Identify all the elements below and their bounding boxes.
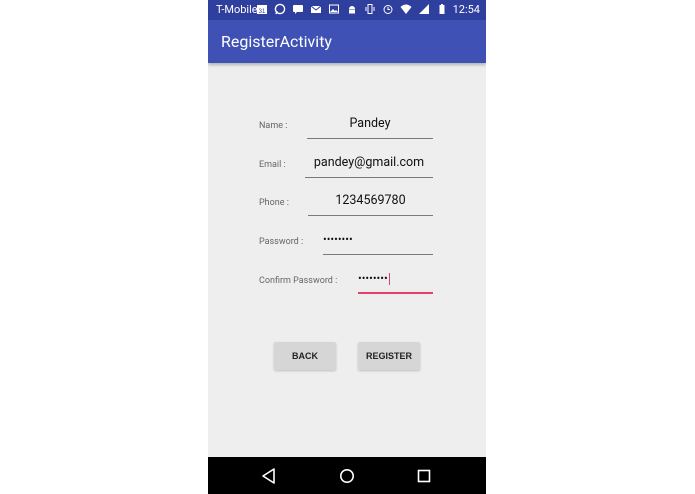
svg-text:31: 31	[259, 9, 266, 15]
wifi-icon	[400, 3, 412, 15]
name-label: Name :	[259, 121, 288, 131]
password-label: Password :	[259, 237, 304, 247]
phone-label: Phone :	[259, 198, 289, 208]
email-label: Email :	[259, 160, 286, 170]
notification-icons: 31	[256, 3, 448, 15]
password-field[interactable]: ••••••••	[323, 228, 433, 255]
android-icon	[346, 3, 358, 15]
back-triangle-icon[interactable]	[260, 467, 278, 485]
whatsapp-icon	[274, 3, 286, 15]
alarm-icon	[382, 3, 394, 15]
vibrate-icon	[364, 3, 376, 15]
name-field[interactable]: Pandey	[307, 112, 433, 139]
email-field[interactable]: pandey@gmail.com	[305, 151, 433, 178]
clock-time: 12:54	[452, 3, 480, 16]
confirm-password-value: ••••••••	[358, 272, 388, 285]
chat-icon	[292, 3, 304, 15]
battery-icon	[436, 3, 448, 15]
phone-screen: T-Mobile 31 12:54 RegisterActivity Name …	[208, 0, 486, 494]
back-button[interactable]: BACK	[274, 342, 336, 370]
confirm-password-row: Confirm Password : ••••••••	[259, 267, 433, 297]
status-bar: T-Mobile 31 12:54	[208, 0, 486, 20]
signal-icon	[418, 3, 430, 15]
image-icon	[328, 3, 340, 15]
navigation-bar	[208, 457, 486, 494]
confirm-password-field[interactable]: ••••••••	[358, 267, 433, 294]
confirm-password-label: Confirm Password :	[259, 276, 338, 286]
phone-field[interactable]: 1234569780	[308, 189, 433, 216]
register-form: Name : Pandey Email : pandey@gmail.com P…	[208, 63, 486, 457]
mail-icon	[310, 3, 322, 15]
name-row: Name : Pandey	[259, 112, 433, 142]
home-circle-icon[interactable]	[338, 467, 356, 485]
password-row: Password : ••••••••	[259, 228, 433, 258]
carrier-name: T-Mobile	[216, 3, 258, 16]
app-bar: RegisterActivity	[208, 20, 486, 63]
recents-square-icon[interactable]	[415, 467, 433, 485]
page-title: RegisterActivity	[221, 32, 332, 51]
text-cursor	[388, 273, 390, 286]
phone-row: Phone : 1234569780	[259, 189, 433, 219]
calendar-icon: 31	[256, 3, 268, 15]
register-button[interactable]: REGISTER	[358, 342, 420, 370]
email-row: Email : pandey@gmail.com	[259, 151, 433, 181]
